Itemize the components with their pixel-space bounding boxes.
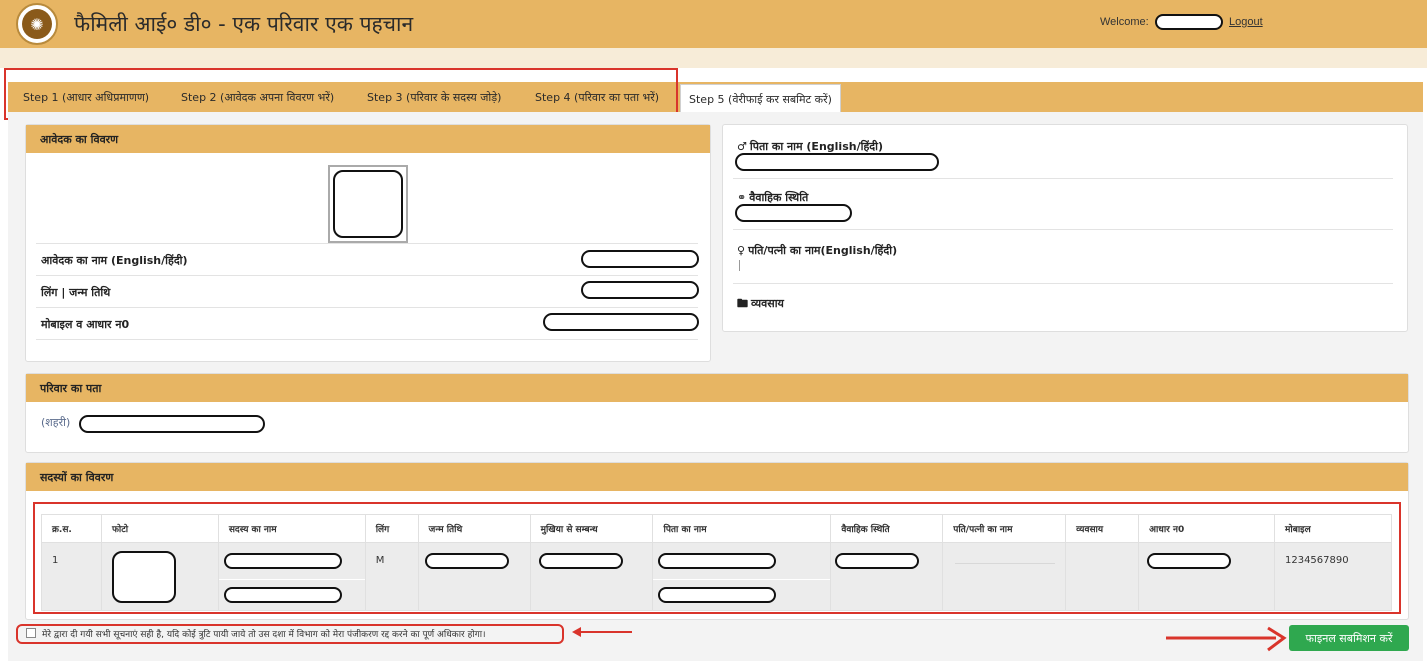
gender-dob-label: लिंग | जन्म तिथि xyxy=(41,286,111,299)
occupation-label-text: व्यवसाय xyxy=(751,297,784,310)
divider xyxy=(36,275,698,276)
spouse-name-value-empty xyxy=(739,260,740,271)
tab-step-5[interactable]: Step 5 (वेरीफाई कर सबमिट करें) xyxy=(680,84,841,112)
applicant-name-label: आवेदक का नाम (English/हिंदी) xyxy=(41,254,188,267)
gender-dob-value xyxy=(581,281,699,299)
mobile-aadhaar-value xyxy=(543,313,699,331)
arrow-right-icon xyxy=(1166,626,1287,652)
person-icon: ♀ xyxy=(737,244,746,257)
declaration-text: मेरे द्वारा दी गयी सभी सूचनाएं सही है, य… xyxy=(42,630,486,640)
spouse-name-label-text: पति/पत्नी का नाम(English/हिंदी) xyxy=(748,244,898,257)
declaration-checkbox[interactable] xyxy=(26,628,36,638)
emblem-logo: ✺ xyxy=(16,3,58,45)
top-header: ✺ फैमिली आई० डी० - एक परिवार एक पहचान We… xyxy=(0,0,1427,48)
divider xyxy=(36,243,698,244)
divider xyxy=(733,178,1393,179)
divider xyxy=(36,307,698,308)
address-panel-header: परिवार का पता xyxy=(26,374,1408,402)
divider xyxy=(733,283,1393,284)
address-value xyxy=(79,415,265,433)
final-submit-button[interactable]: फाइनल सबमिशन करें xyxy=(1289,625,1409,651)
address-type: (शहरी) xyxy=(41,416,71,429)
father-name-value xyxy=(735,153,939,171)
applicant-name-value xyxy=(581,250,699,268)
briefcase-icon: 🖿 xyxy=(737,297,748,310)
rings-icon: ⚭ xyxy=(737,191,747,204)
address-panel: परिवार का पता xyxy=(25,373,1409,453)
address-panel-title: परिवार का पता xyxy=(40,382,102,395)
occupation-label: 🖿 व्यवसाय xyxy=(737,295,784,314)
arrow-left-icon xyxy=(572,627,632,637)
mobile-aadhaar-label: मोबाइल व आधार न0 xyxy=(41,318,130,331)
members-highlight-box xyxy=(33,502,1401,614)
header-spacer xyxy=(0,48,1427,68)
welcome-label: Welcome: xyxy=(1100,16,1149,28)
father-name-label: ♂ पिता का नाम (English/हिंदी) xyxy=(737,139,883,154)
divider xyxy=(733,229,1393,230)
person-icon: ♂ xyxy=(737,140,747,153)
applicant-panel-header: आवेदक का विवरण xyxy=(26,125,710,153)
applicant-panel-title: आवेदक का विवरण xyxy=(40,133,119,146)
spouse-name-label: ♀ पति/पत्नी का नाम(English/हिंदी) xyxy=(737,243,897,258)
members-panel-title: सदस्यों का विवरण xyxy=(40,471,114,484)
father-name-label-text: पिता का नाम (English/हिंदी) xyxy=(749,140,883,153)
emblem-icon: ✺ xyxy=(22,9,52,39)
members-panel-header: सदस्यों का विवरण xyxy=(26,463,1408,491)
applicant-photo xyxy=(328,165,408,243)
username-redacted xyxy=(1155,14,1223,30)
logout-link[interactable]: Logout xyxy=(1229,16,1263,28)
marital-status-value xyxy=(735,204,852,222)
divider xyxy=(36,339,698,340)
marital-status-label: ⚭ वैवाहिक स्थिति xyxy=(737,190,808,205)
app-title: फैमिली आई० डी० - एक परिवार एक पहचान xyxy=(74,12,414,36)
applicant-photo-redacted xyxy=(333,170,403,238)
marital-status-label-text: वैवाहिक स्थिति xyxy=(749,191,809,204)
